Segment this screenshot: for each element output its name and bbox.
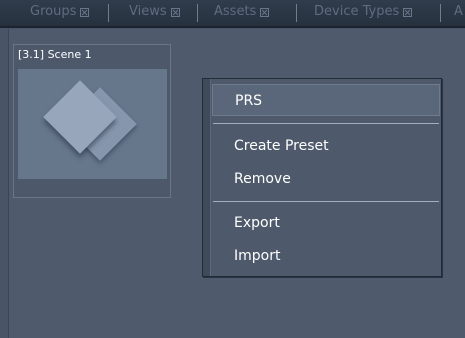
tab-views[interactable]: Views <box>121 0 180 26</box>
menu-item-prs[interactable]: PRS <box>212 84 440 116</box>
tab-separator <box>296 4 297 22</box>
menu-separator <box>213 123 439 124</box>
tab-separator <box>108 4 109 22</box>
tab-separator <box>440 4 441 22</box>
menu-icon-gutter <box>203 79 211 276</box>
tab-separator <box>197 4 198 22</box>
close-icon[interactable] <box>260 7 270 17</box>
close-icon[interactable] <box>403 7 413 17</box>
scene-thumbnail[interactable] <box>18 69 167 179</box>
context-menu: PRS Create Preset Remove Export Import <box>202 78 442 277</box>
close-icon[interactable] <box>170 7 180 17</box>
tab-label: Views <box>129 4 167 19</box>
tab-device-types[interactable]: Device Types <box>306 0 413 26</box>
scene-tile[interactable]: [3.1] Scene 1 <box>13 44 171 198</box>
tab-label: A <box>454 4 463 19</box>
tab-bar: Groups Views Assets Device Types A <box>0 0 465 28</box>
menu-separator <box>213 201 439 202</box>
menu-item-create-preset[interactable]: Create Preset <box>212 130 440 162</box>
tab-label: Device Types <box>314 4 400 19</box>
tab-groups[interactable]: Groups <box>22 0 90 26</box>
tab-label: Assets <box>214 4 257 19</box>
menu-item-remove[interactable]: Remove <box>212 163 440 195</box>
tab-assets[interactable]: Assets <box>206 0 270 26</box>
menu-item-export[interactable]: Export <box>212 207 440 239</box>
menu-item-import[interactable]: Import <box>212 240 440 272</box>
scene-title: [3.1] Scene 1 <box>18 48 92 61</box>
close-icon[interactable] <box>80 7 90 17</box>
tab-overflow[interactable]: A <box>446 0 463 26</box>
tab-label: Groups <box>30 4 77 19</box>
